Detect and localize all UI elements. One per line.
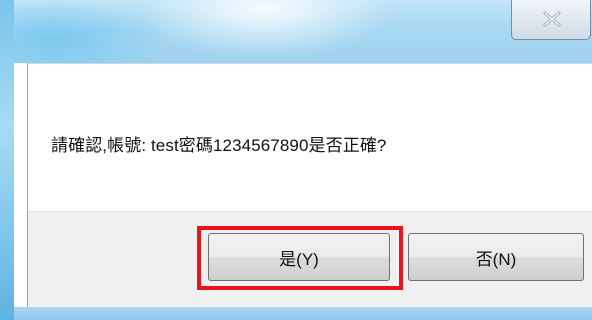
desktop-background: [0, 0, 14, 320]
dialog-message: 請確認,帳號: test密碼1234567890是否正確?: [51, 136, 387, 155]
yes-button[interactable]: 是(Y): [208, 233, 390, 281]
close-button[interactable]: [511, 0, 591, 40]
dialog-bottom-frame: [14, 307, 592, 320]
close-icon: [543, 11, 561, 27]
message-dialog: 請確認,帳號: test密碼1234567890是否正確? 是(Y) 否(N): [0, 0, 592, 320]
dialog-titlebar: [14, 0, 592, 63]
no-button[interactable]: 否(N): [408, 233, 584, 281]
